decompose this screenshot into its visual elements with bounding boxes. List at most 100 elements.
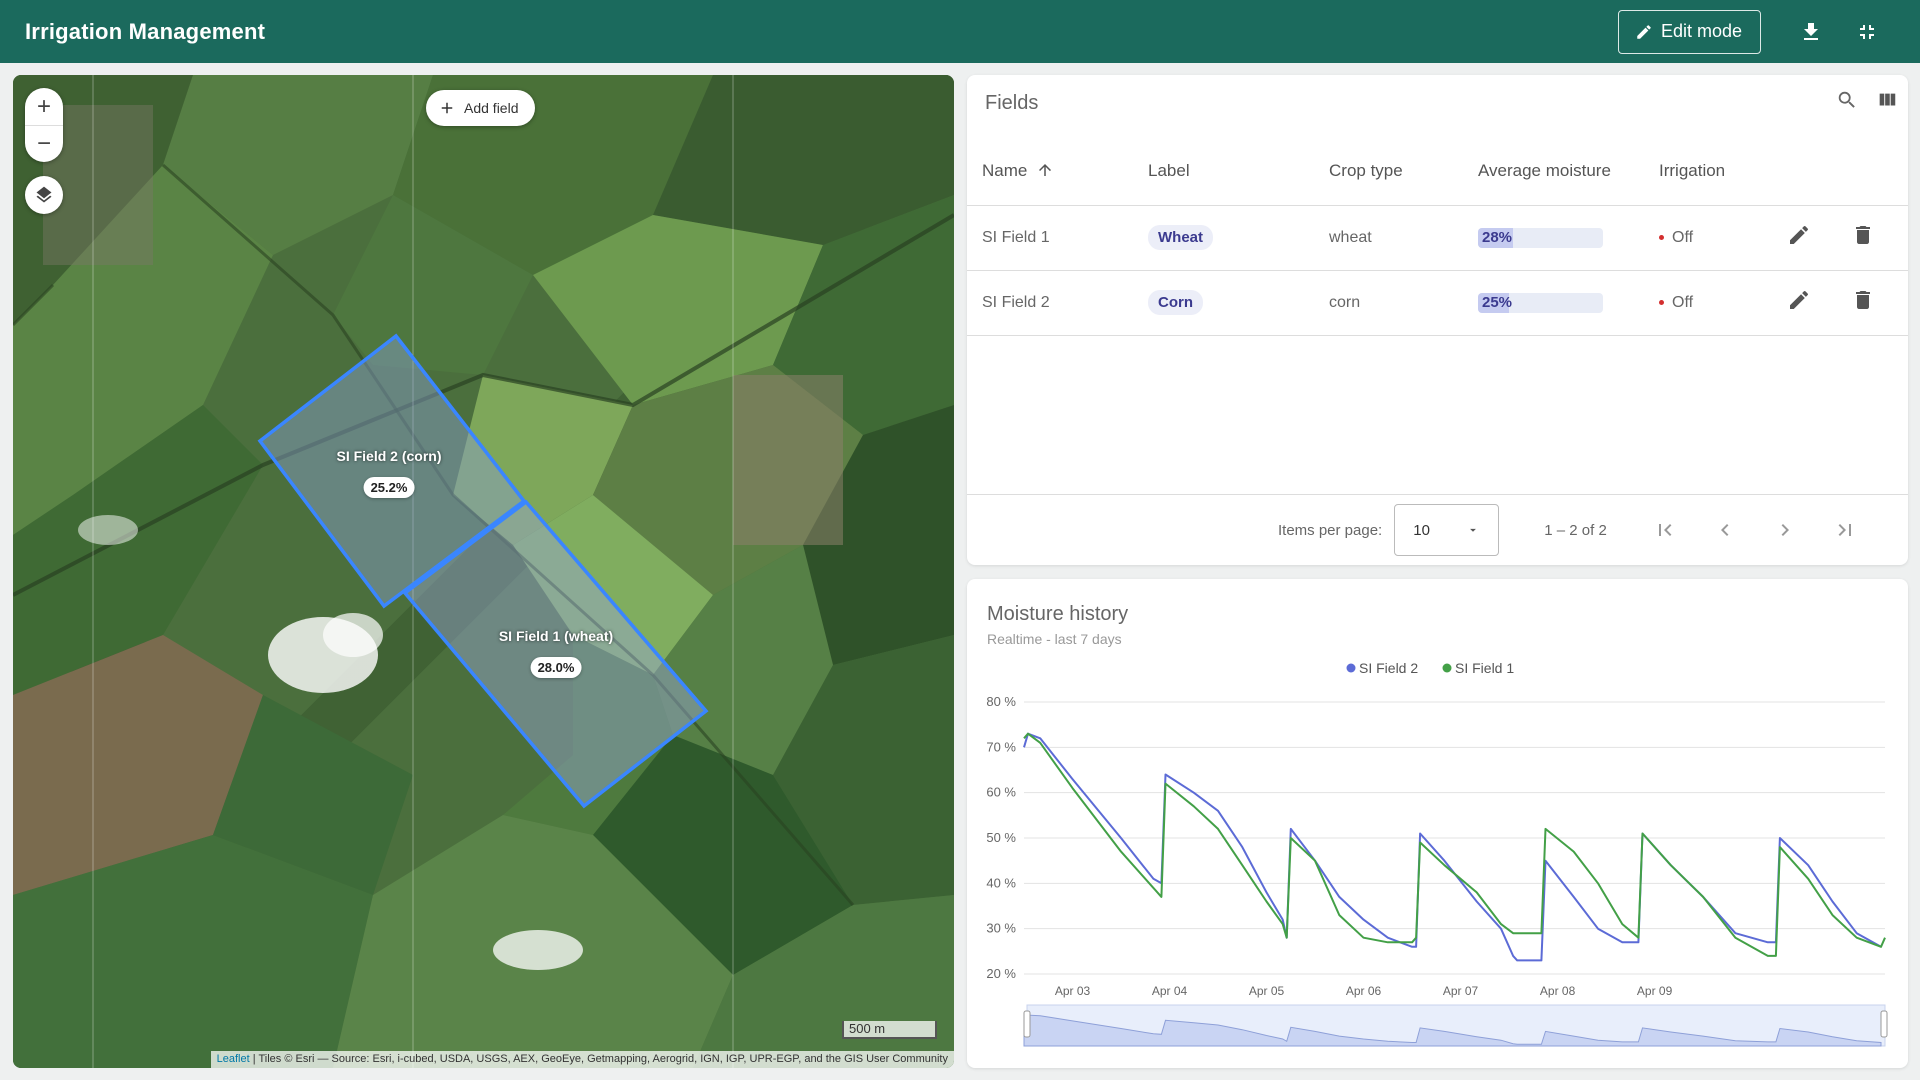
field-label-chip: Wheat: [1148, 225, 1213, 250]
y-tick-label: 80 %: [986, 694, 1016, 709]
add-field-label: Add field: [464, 100, 519, 116]
field-name: SI Field 1: [967, 205, 1148, 271]
paginator: Items per page: 10 1 – 2 of 2: [967, 494, 1908, 565]
exit-fullscreen-button[interactable]: [1839, 4, 1895, 60]
y-tick-label: 50 %: [986, 830, 1016, 845]
y-tick-label: 60 %: [986, 785, 1016, 800]
last-page-icon: [1838, 524, 1851, 536]
trash-icon: [1856, 291, 1871, 309]
field-map-value: 28.0%: [530, 657, 582, 678]
edit-row-button[interactable]: [1769, 288, 1829, 312]
edit-row-button[interactable]: [1769, 223, 1829, 247]
columns-button[interactable]: [1876, 89, 1898, 111]
navigator-handle-left: [1023, 1010, 1031, 1038]
first-page-button[interactable]: [1635, 506, 1695, 554]
field-crop-type: wheat: [1329, 205, 1478, 271]
x-tick-label: Apr 09: [1637, 984, 1673, 998]
edit-mode-label: Edit mode: [1660, 21, 1742, 41]
moisture-value: 28%: [1482, 228, 1513, 246]
legend-marker: [1346, 663, 1356, 673]
moisture-bar: 28%: [1478, 227, 1603, 248]
delete-row-button[interactable]: [1833, 288, 1893, 312]
pencil-icon: [1790, 225, 1809, 244]
table-row[interactable]: SI Field 1 Wheat wheat 28% Off: [967, 205, 1908, 271]
chevron-left-icon: [1720, 524, 1729, 536]
zoom-in-button[interactable]: +: [25, 88, 63, 125]
next-page-button[interactable]: [1755, 506, 1815, 554]
zoom-control: + −: [25, 88, 63, 162]
x-tick-label: Apr 05: [1249, 984, 1285, 998]
search-icon: [1838, 91, 1855, 108]
download-button[interactable]: [1783, 4, 1839, 60]
fields-table: Name Label Crop type Average moisture Ir…: [967, 137, 1908, 336]
fields-toolbar: [1836, 89, 1898, 111]
column-header-crop-type[interactable]: Crop type: [1329, 137, 1478, 206]
x-tick-label: Apr 08: [1540, 984, 1576, 998]
y-tick-label: 40 %: [986, 875, 1016, 890]
download-icon: [1804, 22, 1818, 40]
pencil-icon: [1637, 24, 1651, 39]
table-header-row: Name Label Crop type Average moisture Ir…: [967, 137, 1908, 206]
legend-marker: [1442, 663, 1452, 673]
exit-fullscreen-icon: [1860, 24, 1874, 39]
app-header: Irrigation Management Edit mode: [0, 0, 1920, 63]
plus-icon: [441, 102, 453, 114]
navigator-handle-right: [1880, 1010, 1888, 1038]
column-header-actions: [1769, 137, 1908, 206]
x-tick-label: Apr 07: [1443, 984, 1479, 998]
series-line: [1023, 732, 1886, 957]
search-button[interactable]: [1836, 89, 1858, 111]
items-per-page-select[interactable]: 10: [1394, 504, 1500, 556]
edit-mode-button[interactable]: Edit mode: [1617, 9, 1761, 54]
column-header-name[interactable]: Name: [967, 137, 1148, 206]
legend-label: SI Field 2: [1359, 660, 1418, 676]
first-page-icon: [1658, 524, 1672, 536]
map-scale-bar: 500 m: [842, 1021, 937, 1039]
column-header-label: Name: [982, 160, 1028, 180]
irrigation-status-dot: [1659, 299, 1664, 305]
irrigation-status: Off: [1672, 293, 1694, 311]
field-crop-type: corn: [1329, 270, 1478, 336]
add-field-button[interactable]: Add field: [426, 90, 536, 126]
moisture-chart[interactable]: 20 % 30 % 40 % 50 % 60 % 70 % 80 % Apr 03 Apr 04…: [967, 579, 1908, 1068]
trash-icon: [1856, 226, 1871, 244]
fields-card: Fields Name Label Crop type Average mois…: [967, 75, 1908, 565]
field-label-chip: Corn: [1148, 290, 1203, 315]
x-tick-label: Apr 03: [1055, 984, 1091, 998]
column-header-average-moisture[interactable]: Average moisture: [1478, 137, 1659, 206]
app-title: Irrigation Management: [25, 18, 266, 44]
x-tick-label: Apr 04: [1152, 984, 1188, 998]
pencil-icon: [1790, 290, 1809, 309]
moisture-bar: 25%: [1478, 292, 1603, 313]
x-tick-label: Apr 06: [1346, 984, 1382, 998]
legend-label: SI Field 1: [1455, 660, 1514, 676]
columns-icon: [1879, 93, 1896, 106]
dropdown-arrow-icon: [1470, 528, 1477, 532]
page-range-label: 1 – 2 of 2: [1544, 521, 1607, 539]
field-map-value: 25.2%: [363, 477, 415, 498]
y-tick-label: 20 %: [986, 966, 1016, 981]
map-tiles: [13, 75, 954, 1068]
leaflet-link[interactable]: Leaflet: [217, 1053, 250, 1065]
moisture-history-card: Moisture history Realtime - last 7 days …: [967, 579, 1908, 1068]
column-header-label[interactable]: Label: [1148, 137, 1329, 206]
items-per-page-label: Items per page:: [1278, 521, 1383, 539]
delete-row-button[interactable]: [1833, 223, 1893, 247]
chevron-right-icon: [1781, 524, 1789, 536]
last-page-button[interactable]: [1815, 506, 1875, 554]
previous-page-button[interactable]: [1695, 506, 1755, 554]
field-name: SI Field 2: [967, 270, 1148, 336]
irrigation-status: Off: [1672, 228, 1694, 246]
satellite-map[interactable]: SI Field 2 (corn) 25.2% SI Field 1 (whea…: [13, 75, 954, 1068]
table-row[interactable]: SI Field 2 Corn corn 25% Off: [967, 270, 1908, 336]
y-tick-label: 70 %: [986, 739, 1016, 754]
fields-title: Fields: [985, 92, 1039, 114]
layers-button[interactable]: [25, 176, 63, 214]
map-attribution: Leaflet | Tiles © Esri — Source: Esri, i…: [210, 1051, 954, 1068]
zoom-out-button[interactable]: −: [25, 125, 63, 162]
items-per-page-value: 10: [1413, 521, 1430, 539]
column-header-irrigation[interactable]: Irrigation: [1659, 137, 1769, 206]
field-map-label: SI Field 2 (corn): [336, 448, 442, 464]
series-line: [1023, 732, 1882, 962]
layers-icon: [36, 186, 52, 203]
